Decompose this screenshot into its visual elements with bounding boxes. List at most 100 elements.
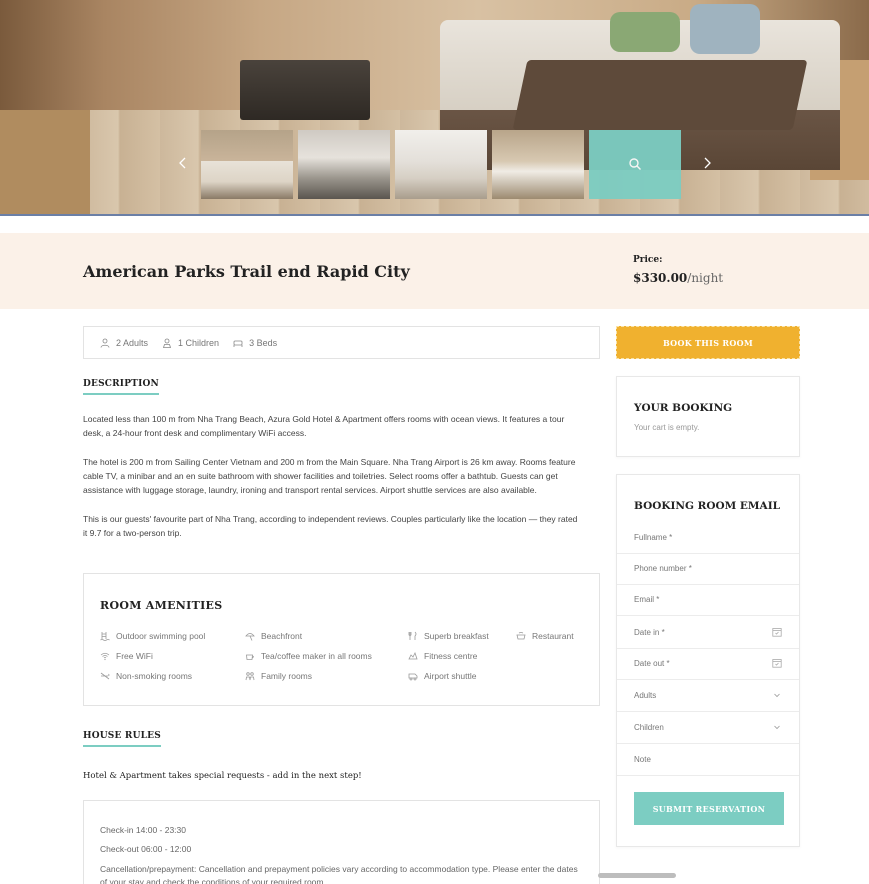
price-amount: $330.00	[633, 271, 688, 285]
description-heading: DESCRIPTION	[83, 379, 159, 395]
calendar-icon[interactable]	[772, 627, 782, 637]
amenity-label: Superb breakfast	[424, 631, 489, 641]
bed-icon	[233, 340, 243, 347]
phone-field[interactable]: Phone number *	[617, 553, 799, 585]
hero-pillow	[610, 12, 680, 52]
thumbnail[interactable]	[201, 130, 293, 199]
amenity-item: Beachfront	[245, 631, 302, 641]
description-paragraph: This is our guests' favourite part of Nh…	[83, 514, 578, 539]
coffee-cup-icon	[246, 654, 254, 660]
phone-placeholder: Phone number *	[634, 564, 692, 573]
chevron-right-icon[interactable]	[700, 156, 714, 170]
thumbnail[interactable]	[395, 130, 487, 199]
note-field[interactable]: Note	[617, 744, 799, 776]
amenity-item: Outdoor swimming pool	[100, 631, 205, 641]
info-beds-label: 3 Beds	[249, 337, 278, 348]
fullname-field[interactable]: Fullname *	[617, 522, 799, 554]
date-in-field[interactable]: Date in *	[617, 617, 799, 649]
room-info-bar: 2 Adults 1 Children 3 Beds	[83, 326, 600, 359]
amenities-box: ROOM AMENITIES Outdoor swimming pool Bea…	[83, 573, 600, 706]
hero-blanket	[512, 60, 808, 130]
hero-cabinet	[0, 110, 90, 216]
pool-icon	[100, 632, 110, 641]
submit-reservation-button[interactable]: SUBMIT RESERVATION	[634, 792, 784, 825]
calendar-icon[interactable]	[772, 658, 782, 668]
thumbnail-strip	[201, 130, 681, 199]
hero-divider	[0, 214, 869, 216]
beach-umbrella-icon	[245, 633, 255, 641]
note-placeholder: Note	[634, 755, 651, 764]
adults-select[interactable]: Adults	[617, 680, 799, 712]
description-paragraph: The hotel is 200 m from Sailing Center V…	[83, 456, 576, 496]
user-icon	[100, 338, 110, 348]
amenities-heading: ROOM AMENITIES	[100, 599, 223, 612]
info-beds: 3 Beds	[233, 338, 277, 348]
cancellation-policy: Cancellation/prepayment: Cancellation an…	[100, 864, 578, 884]
thumbnail[interactable]	[298, 130, 390, 199]
your-booking-heading: YOUR BOOKING	[634, 402, 733, 414]
family-icon	[245, 672, 255, 681]
booking-form: BOOKING ROOM EMAIL Fullname * Phone numb…	[616, 474, 800, 847]
your-booking-box: YOUR BOOKING Your cart is empty.	[616, 376, 800, 457]
info-adults-label: 2 Adults	[116, 337, 149, 348]
info-children: 1 Children	[162, 338, 219, 348]
horizontal-scrollbar[interactable]	[598, 873, 676, 878]
amenity-label: Tea/coffee maker in all rooms	[261, 651, 372, 661]
chevron-down-icon	[774, 693, 780, 698]
amenity-item: Airport shuttle	[408, 671, 476, 681]
amenity-label: Outdoor swimming pool	[116, 631, 206, 641]
booking-form-heading: BOOKING ROOM EMAIL	[634, 500, 780, 512]
hero-image	[0, 0, 869, 216]
restaurant-icon	[516, 632, 526, 640]
thumbnail[interactable]	[492, 130, 584, 199]
amenity-item: Tea/coffee maker in all rooms	[245, 651, 372, 661]
date-out-placeholder: Date out *	[634, 659, 670, 668]
house-rules-subtitle: Hotel & Apartment takes special requests…	[83, 771, 362, 781]
fullname-placeholder: Fullname *	[634, 533, 673, 542]
fitness-icon	[408, 651, 418, 660]
email-field[interactable]: Email *	[617, 584, 799, 616]
house-rules-box: Check-in 14:00 - 23:30 Check-out 06:00 -…	[83, 800, 600, 884]
date-in-placeholder: Date in *	[634, 628, 665, 637]
amenity-label: Free WiFi	[116, 651, 153, 661]
price: $330.00/night	[633, 271, 723, 285]
child-icon	[162, 338, 172, 348]
chevron-down-icon	[774, 725, 780, 730]
description-paragraph: Located less than 100 m from Nha Trang B…	[83, 414, 565, 439]
email-placeholder: Email *	[634, 595, 660, 604]
checkout-time: Check-out 06:00 - 12:00	[100, 844, 192, 854]
amenity-item: Superb breakfast	[408, 631, 489, 641]
search-icon	[629, 158, 641, 170]
amenity-label: Fitness centre	[424, 651, 478, 661]
airport-shuttle-icon	[408, 673, 418, 681]
date-out-field[interactable]: Date out *	[617, 648, 799, 680]
price-unit: /night	[687, 271, 724, 285]
amenity-label: Family rooms	[261, 671, 313, 681]
amenity-label: Restaurant	[532, 631, 574, 641]
cart-empty-text: Your cart is empty.	[634, 423, 700, 432]
description-text: Located less than 100 m from Nha Trang B…	[83, 412, 583, 555]
cutlery-icon	[408, 631, 417, 640]
book-room-button[interactable]: BOOK THIS ROOM	[616, 326, 800, 359]
children-select[interactable]: Children	[617, 712, 799, 744]
amenity-item: Non-smoking rooms	[100, 671, 192, 681]
amenity-item: Restaurant	[516, 631, 574, 641]
amenity-item: Fitness centre	[408, 651, 477, 661]
hero-table	[240, 60, 370, 120]
amenity-item: Free WiFi	[100, 651, 153, 661]
house-rules-heading: HOUSE RULES	[83, 731, 161, 747]
adults-placeholder: Adults	[634, 691, 657, 700]
info-children-label: 1 Children	[178, 337, 220, 348]
price-label: Price:	[633, 255, 663, 265]
page-title: American Parks Trail end Rapid City	[83, 262, 410, 281]
children-placeholder: Children	[634, 723, 664, 732]
checkin-time: Check-in 14:00 - 23:30	[100, 825, 186, 835]
wifi-icon	[100, 652, 110, 661]
amenity-label: Beachfront	[261, 631, 303, 641]
thumbnail-selected[interactable]	[589, 130, 681, 199]
amenity-label: Non-smoking rooms	[116, 671, 193, 681]
no-smoking-icon	[100, 672, 110, 680]
chevron-left-icon[interactable]	[176, 156, 190, 170]
amenity-item: Family rooms	[245, 671, 312, 681]
hero-pillow	[690, 4, 760, 54]
